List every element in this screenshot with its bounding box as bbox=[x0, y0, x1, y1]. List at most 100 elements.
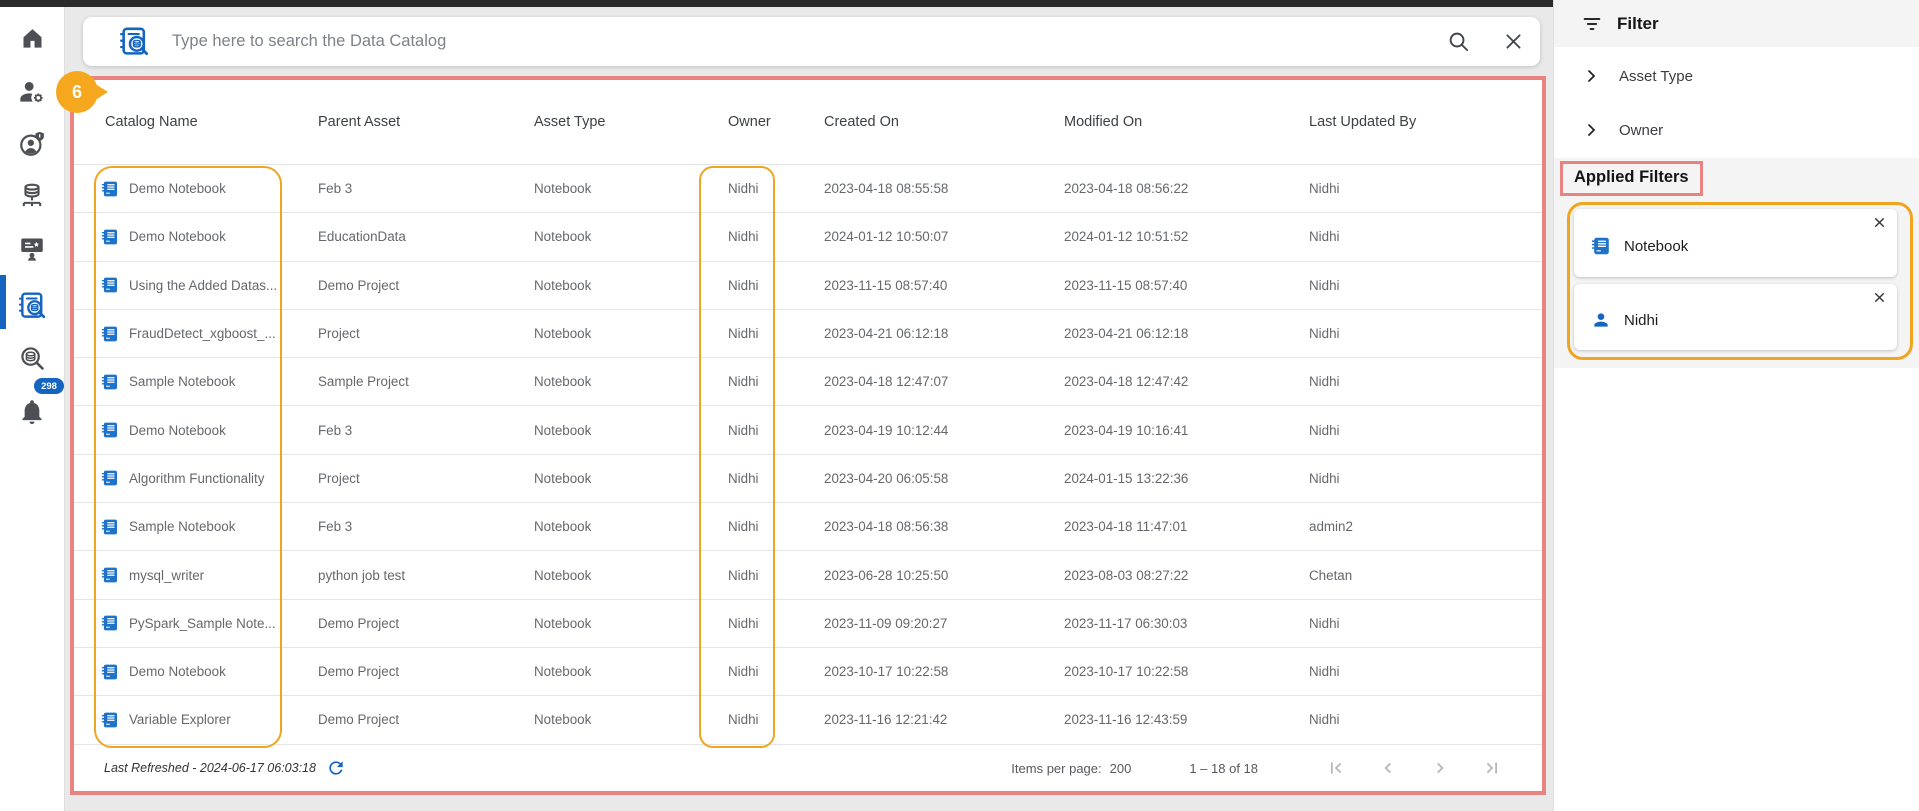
user-shield-icon bbox=[18, 130, 46, 158]
cell-asset-type: Notebook bbox=[534, 664, 592, 680]
notebook-icon bbox=[101, 614, 119, 632]
cell-catalog-name: Variable Explorer bbox=[129, 712, 231, 728]
cell-last-updated-by: Nidhi bbox=[1309, 277, 1340, 293]
filter-list-icon bbox=[1581, 13, 1603, 35]
cell-last-updated-by: admin2 bbox=[1309, 519, 1353, 535]
filter-group-owner[interactable]: Owner bbox=[1554, 105, 1919, 155]
chip-label: Nidhi bbox=[1624, 311, 1659, 329]
last-page-icon[interactable] bbox=[1481, 757, 1503, 779]
column-header-last-updated-by: Last Updated By bbox=[1309, 114, 1417, 130]
home-icon bbox=[19, 24, 46, 51]
filter-group-label: Owner bbox=[1619, 121, 1664, 139]
remove-filter-icon[interactable] bbox=[1871, 289, 1888, 306]
table-row[interactable]: Algorithm Functionality Project Notebook… bbox=[74, 455, 1542, 504]
sidebar-item-user-management[interactable] bbox=[15, 75, 49, 109]
table-row[interactable]: Demo Notebook Feb 3 Notebook Nidhi 2023-… bbox=[74, 406, 1542, 455]
cell-owner: Nidhi bbox=[728, 567, 759, 583]
chevron-right-icon bbox=[1583, 122, 1599, 138]
cell-modified-on: 2023-08-03 08:27:22 bbox=[1064, 567, 1189, 583]
table-row[interactable]: Variable Explorer Demo Project Notebook … bbox=[74, 696, 1542, 745]
cell-modified-on: 2023-04-18 12:47:42 bbox=[1064, 374, 1189, 390]
cell-last-updated-by: Nidhi bbox=[1309, 181, 1340, 197]
cell-last-updated-by: Nidhi bbox=[1309, 664, 1340, 680]
cell-modified-on: 2024-01-15 13:22:36 bbox=[1064, 470, 1189, 486]
table-body: Demo Notebook Feb 3 Notebook Nidhi 2023-… bbox=[74, 165, 1542, 745]
notebook-icon bbox=[101, 421, 119, 439]
table-row[interactable]: PySpark_Sample Note... Demo Project Note… bbox=[74, 600, 1542, 648]
cell-created-on: 2023-04-19 10:12:44 bbox=[824, 422, 949, 438]
table-row[interactable]: Demo Notebook EducationData Notebook Nid… bbox=[74, 213, 1542, 262]
notebook-icon bbox=[101, 663, 119, 681]
applied-filters-title: Applied Filters bbox=[1560, 161, 1703, 196]
table-row[interactable]: Demo Notebook Feb 3 Notebook Nidhi 2023-… bbox=[74, 165, 1542, 214]
remove-filter-icon[interactable] bbox=[1871, 214, 1888, 231]
cell-modified-on: 2023-11-16 12:43:59 bbox=[1064, 712, 1188, 728]
search-input[interactable] bbox=[150, 31, 1447, 52]
filter-header: Filter bbox=[1554, 0, 1919, 47]
table-row[interactable]: FraudDetect_xgboost_... Project Notebook… bbox=[74, 310, 1542, 359]
notebook-icon bbox=[101, 325, 119, 343]
cell-last-updated-by: Nidhi bbox=[1309, 326, 1340, 342]
cell-created-on: 2023-10-17 10:22:58 bbox=[824, 664, 949, 680]
column-header-asset-type: Asset Type bbox=[534, 114, 606, 130]
table-row[interactable]: Demo Notebook Demo Project Notebook Nidh… bbox=[74, 648, 1542, 697]
notebook-icon bbox=[101, 180, 119, 198]
cell-created-on: 2023-04-18 08:56:38 bbox=[824, 519, 949, 535]
cell-owner: Nidhi bbox=[728, 229, 759, 245]
catalog-table-card: Catalog Name Parent Asset Asset Type Own… bbox=[70, 76, 1546, 795]
cell-asset-type: Notebook bbox=[534, 374, 592, 390]
cell-asset-type: Notebook bbox=[534, 181, 592, 197]
previous-page-icon[interactable] bbox=[1377, 757, 1399, 779]
cell-created-on: 2023-04-20 06:05:58 bbox=[824, 470, 949, 486]
column-header-catalog-name: Catalog Name bbox=[105, 114, 198, 130]
search-icon[interactable] bbox=[1447, 30, 1470, 53]
first-page-icon[interactable] bbox=[1325, 757, 1347, 779]
data-catalog-icon bbox=[18, 291, 47, 320]
search-database-icon bbox=[18, 344, 46, 372]
table-row[interactable]: mysql_writer python job test Notebook Ni… bbox=[74, 551, 1542, 600]
cell-owner: Nidhi bbox=[728, 519, 759, 535]
person-icon bbox=[1591, 310, 1611, 330]
database-cluster-icon bbox=[18, 182, 46, 210]
sidebar-item-data-catalog[interactable] bbox=[15, 288, 49, 322]
filter-group-asset-type[interactable]: Asset Type bbox=[1554, 51, 1919, 101]
sidebar-item-data-sources[interactable] bbox=[15, 179, 49, 213]
sidebar-item-account-info[interactable] bbox=[15, 127, 49, 161]
cell-catalog-name: mysql_writer bbox=[129, 567, 205, 583]
filter-panel: Filter Asset Type Owner Applied Filters … bbox=[1553, 0, 1919, 811]
table-row[interactable]: Sample Notebook Feb 3 Notebook Nidhi 202… bbox=[74, 503, 1542, 552]
column-header-parent-asset: Parent Asset bbox=[318, 114, 401, 130]
sidebar-item-catalog-search[interactable] bbox=[15, 341, 49, 375]
next-page-icon[interactable] bbox=[1429, 757, 1451, 779]
filter-panel-title: Filter bbox=[1617, 13, 1659, 33]
cell-catalog-name: FraudDetect_xgboost_... bbox=[129, 326, 276, 342]
table-row[interactable]: Sample Notebook Sample Project Notebook … bbox=[74, 358, 1542, 407]
cell-created-on: 2023-04-18 08:55:58 bbox=[824, 181, 949, 197]
column-header-created-on: Created On bbox=[824, 114, 899, 130]
user-gear-icon bbox=[18, 78, 46, 106]
refresh-icon[interactable] bbox=[326, 758, 346, 778]
cell-parent-asset: Feb 3 bbox=[318, 181, 353, 197]
sidebar-item-home[interactable] bbox=[15, 20, 49, 54]
items-per-page-value[interactable]: 200 bbox=[1110, 761, 1132, 776]
cell-catalog-name: Demo Notebook bbox=[129, 229, 226, 245]
items-per-page-label: Items per page: bbox=[1011, 760, 1102, 776]
cell-owner: Nidhi bbox=[728, 181, 759, 197]
cell-last-updated-by: Nidhi bbox=[1309, 470, 1340, 486]
cell-parent-asset: Project bbox=[318, 326, 360, 342]
close-icon[interactable] bbox=[1503, 31, 1524, 52]
cell-parent-asset: Demo Project bbox=[318, 664, 400, 680]
applied-filter-chip-nidhi: Nidhi bbox=[1574, 284, 1897, 350]
sidebar-item-training[interactable] bbox=[15, 232, 49, 266]
cell-asset-type: Notebook bbox=[534, 277, 592, 293]
cell-owner: Nidhi bbox=[728, 615, 759, 631]
cell-asset-type: Notebook bbox=[534, 567, 592, 583]
notification-count-badge: 298 bbox=[34, 378, 64, 394]
sidebar-item-notifications[interactable] bbox=[15, 395, 49, 429]
notebook-icon bbox=[101, 373, 119, 391]
pagination: Items per page: 200 1 – 18 of 18 bbox=[1011, 757, 1518, 779]
cell-last-updated-by: Nidhi bbox=[1309, 374, 1340, 390]
cell-catalog-name: Sample Notebook bbox=[129, 519, 236, 535]
table-row[interactable]: Using the Added Datas... Demo Project No… bbox=[74, 262, 1542, 310]
active-item-indicator bbox=[0, 275, 6, 329]
